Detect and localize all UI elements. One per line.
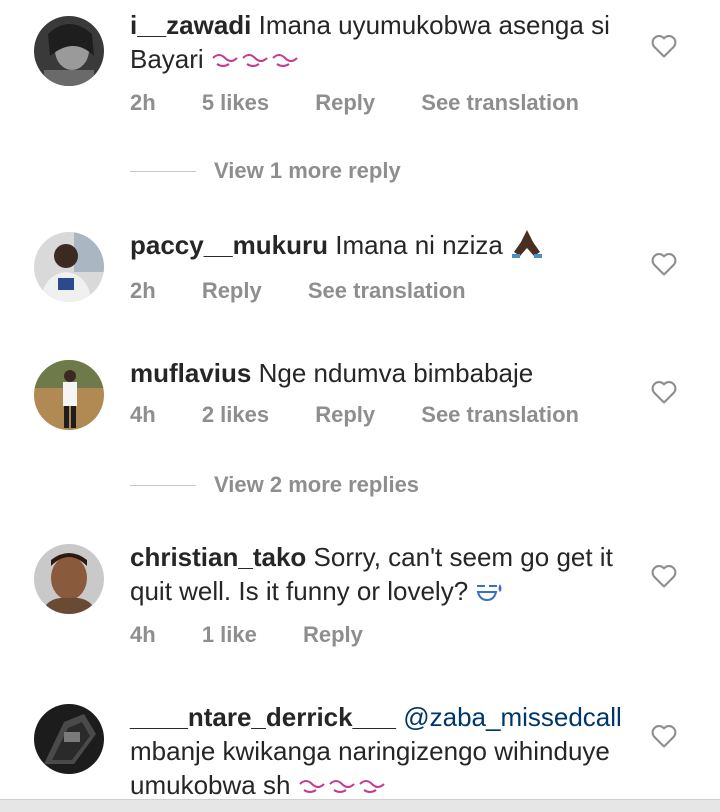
comment-text: paccy__mukuru Imana ni nziza xyxy=(130,228,630,266)
see-translation-link[interactable]: See translation xyxy=(308,278,466,303)
comment-message: Imana ni nziza xyxy=(335,230,503,260)
view-more-replies[interactable]: View 1 more reply xyxy=(130,156,401,186)
timestamp: 2h xyxy=(130,278,156,304)
view-more-label[interactable]: View 2 more replies xyxy=(214,472,419,498)
comment-meta: 4h 2 likes Reply See translation xyxy=(130,402,630,432)
comment-text: i__zawadi Imana uyumukobwa asenga si Bay… xyxy=(130,8,630,78)
see-translation-link[interactable]: See translation xyxy=(421,402,579,427)
likes-count[interactable]: 1 like xyxy=(202,622,257,647)
timestamp: 2h xyxy=(130,90,156,116)
username-link[interactable]: paccy__mukuru xyxy=(130,230,328,260)
comment-text: ____ntare_derrick___ @zaba_missedcall mb… xyxy=(130,700,630,804)
comment-message: Nge ndumva bimbabaje xyxy=(258,358,534,388)
username-link[interactable]: christian_tako xyxy=(130,542,306,572)
sweat-smile-emoji xyxy=(475,576,503,610)
bottom-edge-bar xyxy=(0,799,720,812)
reply-button[interactable]: Reply xyxy=(303,622,363,647)
avatar[interactable] xyxy=(34,360,104,430)
divider-line xyxy=(130,484,196,486)
likes-count[interactable]: 5 likes xyxy=(202,90,269,115)
comment-meta: 2h Reply See translation xyxy=(130,278,630,308)
avatar[interactable] xyxy=(34,704,104,774)
view-more-label[interactable]: View 1 more reply xyxy=(214,158,401,184)
comment-meta: 2h 5 likes Reply See translation xyxy=(130,90,630,120)
see-translation-link[interactable]: See translation xyxy=(421,90,579,115)
reply-button[interactable]: Reply xyxy=(315,90,375,115)
heart-outline-icon[interactable] xyxy=(650,722,678,750)
comment-meta: 4h 1 like Reply xyxy=(130,622,630,652)
timestamp: 4h xyxy=(130,622,156,648)
timestamp: 4h xyxy=(130,402,156,427)
heart-outline-icon[interactable] xyxy=(650,378,678,406)
likes-count[interactable]: 2 likes xyxy=(202,402,269,427)
heart-outline-icon[interactable] xyxy=(650,32,678,60)
crying-laughing-emoji xyxy=(211,44,301,78)
divider-line xyxy=(130,170,196,172)
praying-hands-emoji xyxy=(510,228,544,266)
mention-link[interactable]: @zaba_missedcall xyxy=(403,702,622,732)
username-link[interactable]: ____ntare_derrick___ xyxy=(130,702,396,732)
username-link[interactable]: muflavius xyxy=(130,358,251,388)
avatar[interactable] xyxy=(34,544,104,614)
view-more-replies[interactable]: View 2 more replies xyxy=(130,470,419,500)
avatar[interactable] xyxy=(34,232,104,302)
avatar[interactable] xyxy=(34,16,104,86)
username-link[interactable]: i__zawadi xyxy=(130,10,251,40)
reply-button[interactable]: Reply xyxy=(315,402,375,427)
reply-button[interactable]: Reply xyxy=(202,278,262,303)
heart-outline-icon[interactable] xyxy=(650,250,678,278)
comment-text: christian_tako Sorry, can't seem go get … xyxy=(130,540,630,610)
heart-outline-icon[interactable] xyxy=(650,562,678,590)
comment-text: muflavius Nge ndumva bimbabaje xyxy=(130,356,630,390)
